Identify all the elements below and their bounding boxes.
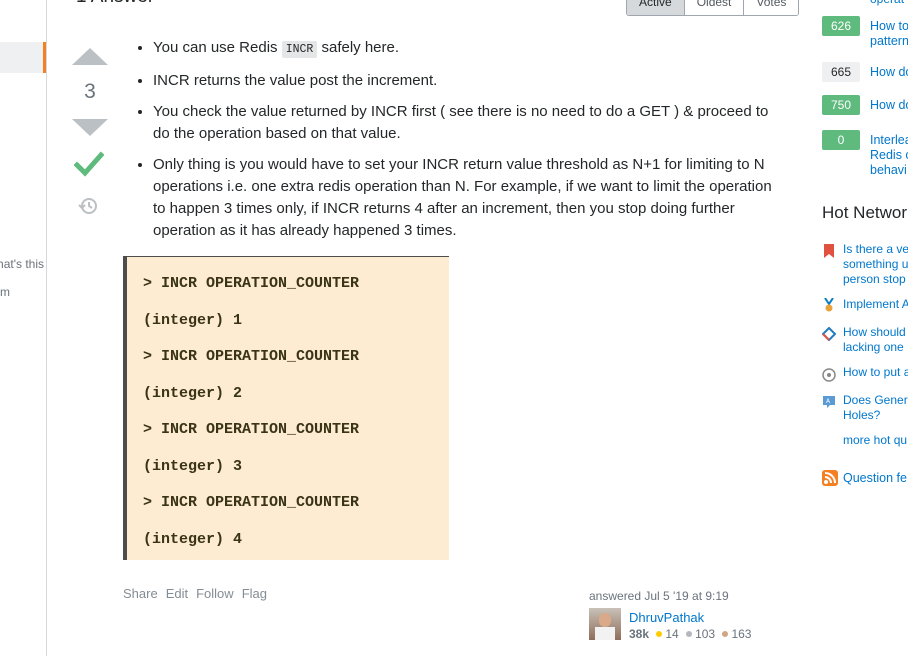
related-question: 665 — [822, 62, 860, 82]
reputation-score: 38k — [629, 627, 650, 641]
follow-link[interactable]: Follow — [196, 586, 234, 601]
code-line: > INCR OPERATION_COUNTER — [143, 494, 360, 511]
more-hot-questions-link[interactable]: more hot qu — [843, 433, 908, 448]
hot-question-link[interactable]: How should lacking one — [843, 325, 908, 355]
silver-badge-count: 103 — [695, 627, 716, 641]
post-menu: Share Edit Follow Flag — [123, 586, 267, 601]
avatar[interactable] — [589, 608, 621, 640]
score-badge: 665 — [822, 62, 860, 82]
answers-count-heading: 1 Answer — [76, 0, 154, 8]
related-question-link[interactable]: Interlea Redis c behavi — [870, 133, 908, 178]
score-badge: 626 — [822, 16, 860, 36]
code-line: (integer) 4 — [143, 530, 243, 548]
related-question-text: pattern — [870, 34, 908, 48]
related-question-link[interactable]: How do — [870, 65, 908, 80]
related-question-text: How to — [870, 19, 908, 33]
hot-question-link[interactable]: Is there a ve something u person stop — [843, 242, 908, 287]
user-card: answered Jul 5 '19 at 9:19 DhruvPathak 3… — [589, 589, 789, 641]
user-stats: 38k 14 103 163 — [629, 627, 751, 641]
left-sidebar — [0, 0, 47, 656]
vote-count: 3 — [84, 80, 96, 103]
bullet-text: You can use Redis — [153, 39, 282, 56]
flag-link[interactable]: Flag — [242, 586, 267, 601]
related-question: 626 — [822, 16, 860, 36]
tab-oldest[interactable]: Oldest — [684, 0, 745, 15]
related-question: 750 — [822, 95, 860, 115]
left-sidebar-text[interactable]: What's this? — [0, 257, 44, 271]
answer-body: You can use Redis INCR safely here. INCR… — [123, 37, 783, 251]
hot-question-text: something u — [843, 257, 908, 271]
history-icon[interactable] — [78, 196, 98, 216]
related-question-link[interactable]: How to pattern — [870, 19, 908, 49]
diamond-icon — [822, 327, 836, 341]
downvote-button[interactable] — [72, 119, 108, 136]
left-sidebar-active-item[interactable] — [0, 42, 46, 73]
gold-badge-count: 14 — [665, 627, 679, 641]
tab-votes[interactable]: Votes — [744, 0, 799, 15]
related-question-text: Redis c — [870, 148, 908, 162]
list-item: INCR returns the value post the incremen… — [153, 70, 783, 92]
medal-icon — [824, 298, 834, 312]
user-name-link[interactable]: DhruvPathak — [629, 610, 704, 625]
silver-badge-icon — [686, 631, 693, 638]
gear-icon — [822, 368, 836, 382]
hot-question-text: person stop — [843, 272, 906, 286]
hot-question-text: Is there a ve — [843, 242, 908, 256]
list-item: You can use Redis INCR safely here. — [153, 37, 783, 61]
list-item: Only thing is you would have to set your… — [153, 154, 783, 242]
edit-link[interactable]: Edit — [166, 586, 188, 601]
share-link[interactable]: Share — [123, 586, 158, 601]
bronze-badge-icon — [722, 631, 729, 638]
code-line: > INCR OPERATION_COUNTER — [143, 348, 360, 365]
bronze-badge-count: 163 — [731, 627, 752, 641]
gold-badge-icon — [656, 631, 663, 638]
answer-sort-tabs: Active Oldest Votes — [626, 0, 800, 16]
bookmark-icon — [824, 244, 834, 258]
inline-code: INCR — [281, 41, 318, 58]
related-question-text: behavi — [870, 163, 907, 177]
code-block: > INCR OPERATION_COUNTER (integer) 1 > I… — [123, 256, 449, 560]
hot-question-text: Does Gener — [843, 393, 908, 407]
related-question: 0 — [822, 130, 860, 150]
code-line: > INCR OPERATION_COUNTER — [143, 275, 360, 292]
hot-question-link[interactable]: Implement A — [843, 297, 908, 312]
score-badge: 0 — [822, 130, 860, 150]
code-line: (integer) 2 — [143, 384, 243, 402]
hot-question-text: lacking one — [843, 340, 904, 354]
code-line: (integer) 1 — [143, 311, 243, 329]
list-item: You check the value returned by INCR fir… — [153, 101, 783, 145]
code-line: (integer) 3 — [143, 457, 243, 475]
answer-bullet-list: You can use Redis INCR safely here. INCR… — [123, 37, 783, 242]
hot-question-link[interactable]: How to put a — [843, 365, 908, 380]
question-feed-link[interactable]: Question fe — [843, 471, 907, 485]
answered-timestamp[interactable]: answered Jul 5 '19 at 9:19 — [589, 589, 789, 603]
related-question-text: Interlea — [870, 133, 908, 147]
score-badge: 750 — [822, 95, 860, 115]
bullet-text: safely here. — [317, 39, 400, 56]
code-line: > INCR OPERATION_COUNTER — [143, 421, 360, 438]
hot-question-text: Holes? — [843, 408, 881, 422]
related-link-partial[interactable]: operat — [870, 0, 904, 6]
chat-icon: A — [823, 396, 835, 408]
hot-network-heading: Hot Network — [822, 203, 908, 222]
accepted-check-icon — [74, 151, 104, 177]
rss-feed-icon — [822, 470, 838, 486]
hot-question-text: How should — [843, 325, 906, 339]
left-sidebar-text-2: m — [0, 285, 10, 299]
related-question-link[interactable]: How do — [870, 98, 908, 113]
upvote-button[interactable] — [72, 48, 108, 65]
tab-active[interactable]: Active — [627, 0, 685, 15]
hot-question-link[interactable]: Does Gener Holes? — [843, 393, 908, 423]
